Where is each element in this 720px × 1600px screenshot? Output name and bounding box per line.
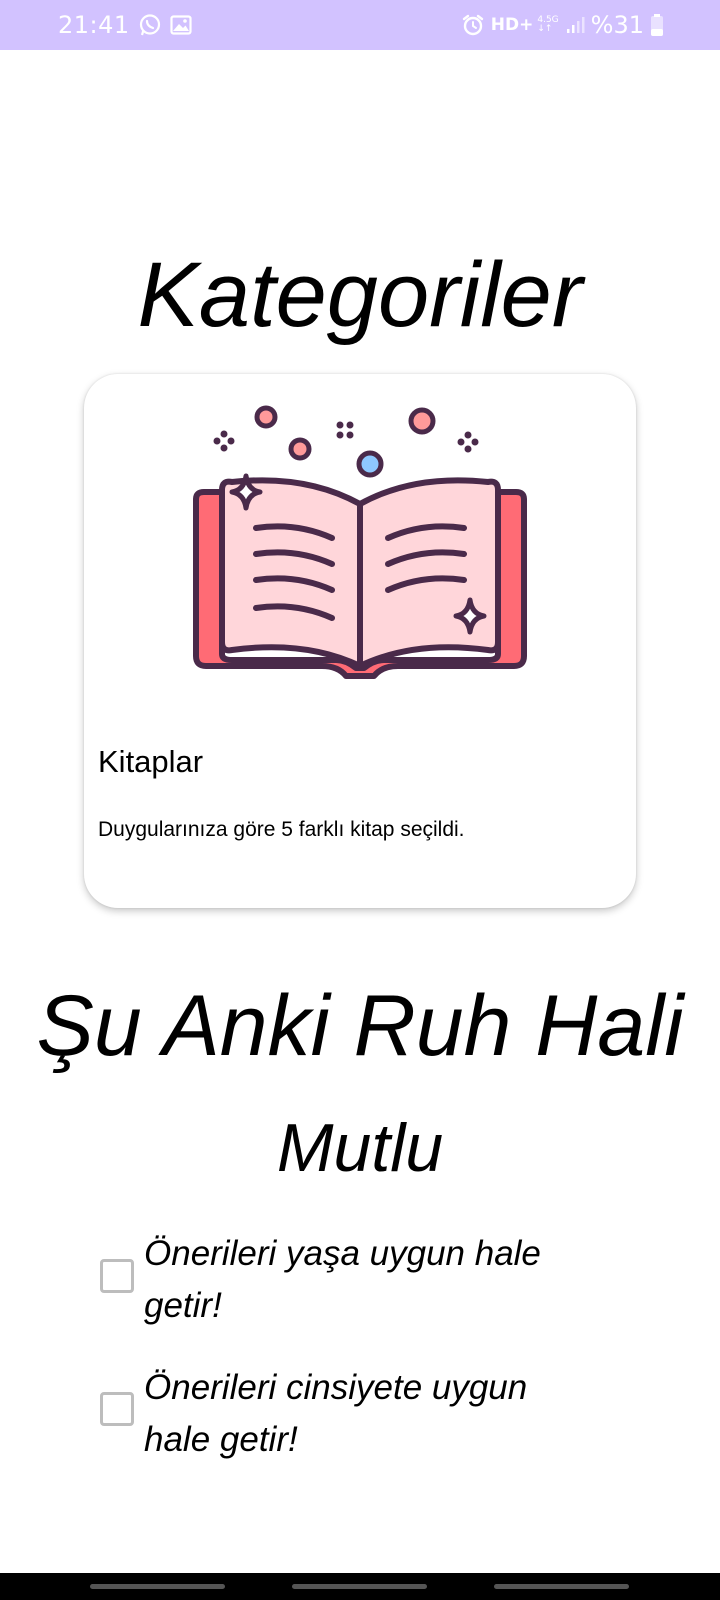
nav-recents-handle[interactable] (90, 1584, 225, 1589)
gallery-icon (170, 14, 192, 36)
nav-home-handle[interactable] (292, 1584, 427, 1589)
hd-label: HD+ (490, 15, 534, 35)
mood-heading: Şu Anki Ruh Hali (36, 978, 684, 1074)
network-type: 4.5G ↓↑ (537, 16, 558, 34)
alarm-icon (461, 13, 485, 37)
status-bar: 21:41 HD+ 4.5G ↓↑ %31 (0, 0, 720, 50)
card-description: Duygularınıza göre 5 farklı kitap seçild… (98, 818, 465, 841)
network-activity: ↓↑ (537, 24, 553, 34)
age-filter-option[interactable]: Önerileri yaşa uygun hale getir! (98, 1228, 578, 1338)
open-book-icon (186, 404, 534, 684)
page-title: Kategoriler (137, 244, 583, 346)
signal-icon (565, 15, 585, 35)
gender-filter-option[interactable]: Önerileri cinsiyete uygun hale getir! (98, 1362, 578, 1472)
mood-value: Mutlu (276, 1110, 444, 1186)
navigation-bar (0, 1573, 720, 1600)
nav-back-handle[interactable] (494, 1584, 629, 1589)
whatsapp-icon (138, 13, 162, 37)
gender-filter-label[interactable]: Önerileri cinsiyete uygun hale getir! (144, 1362, 584, 1466)
age-filter-label[interactable]: Önerileri yaşa uygun hale getir! (144, 1228, 584, 1332)
category-card-books[interactable]: Kitaplar Duygularınıza göre 5 farklı kit… (84, 374, 636, 908)
battery-icon (650, 13, 664, 37)
age-filter-checkbox[interactable] (100, 1259, 134, 1293)
battery-percent: %31 (590, 11, 644, 39)
gender-filter-checkbox[interactable] (100, 1392, 134, 1426)
card-title: Kitaplar (98, 744, 204, 779)
status-time: 21:41 (58, 11, 130, 39)
